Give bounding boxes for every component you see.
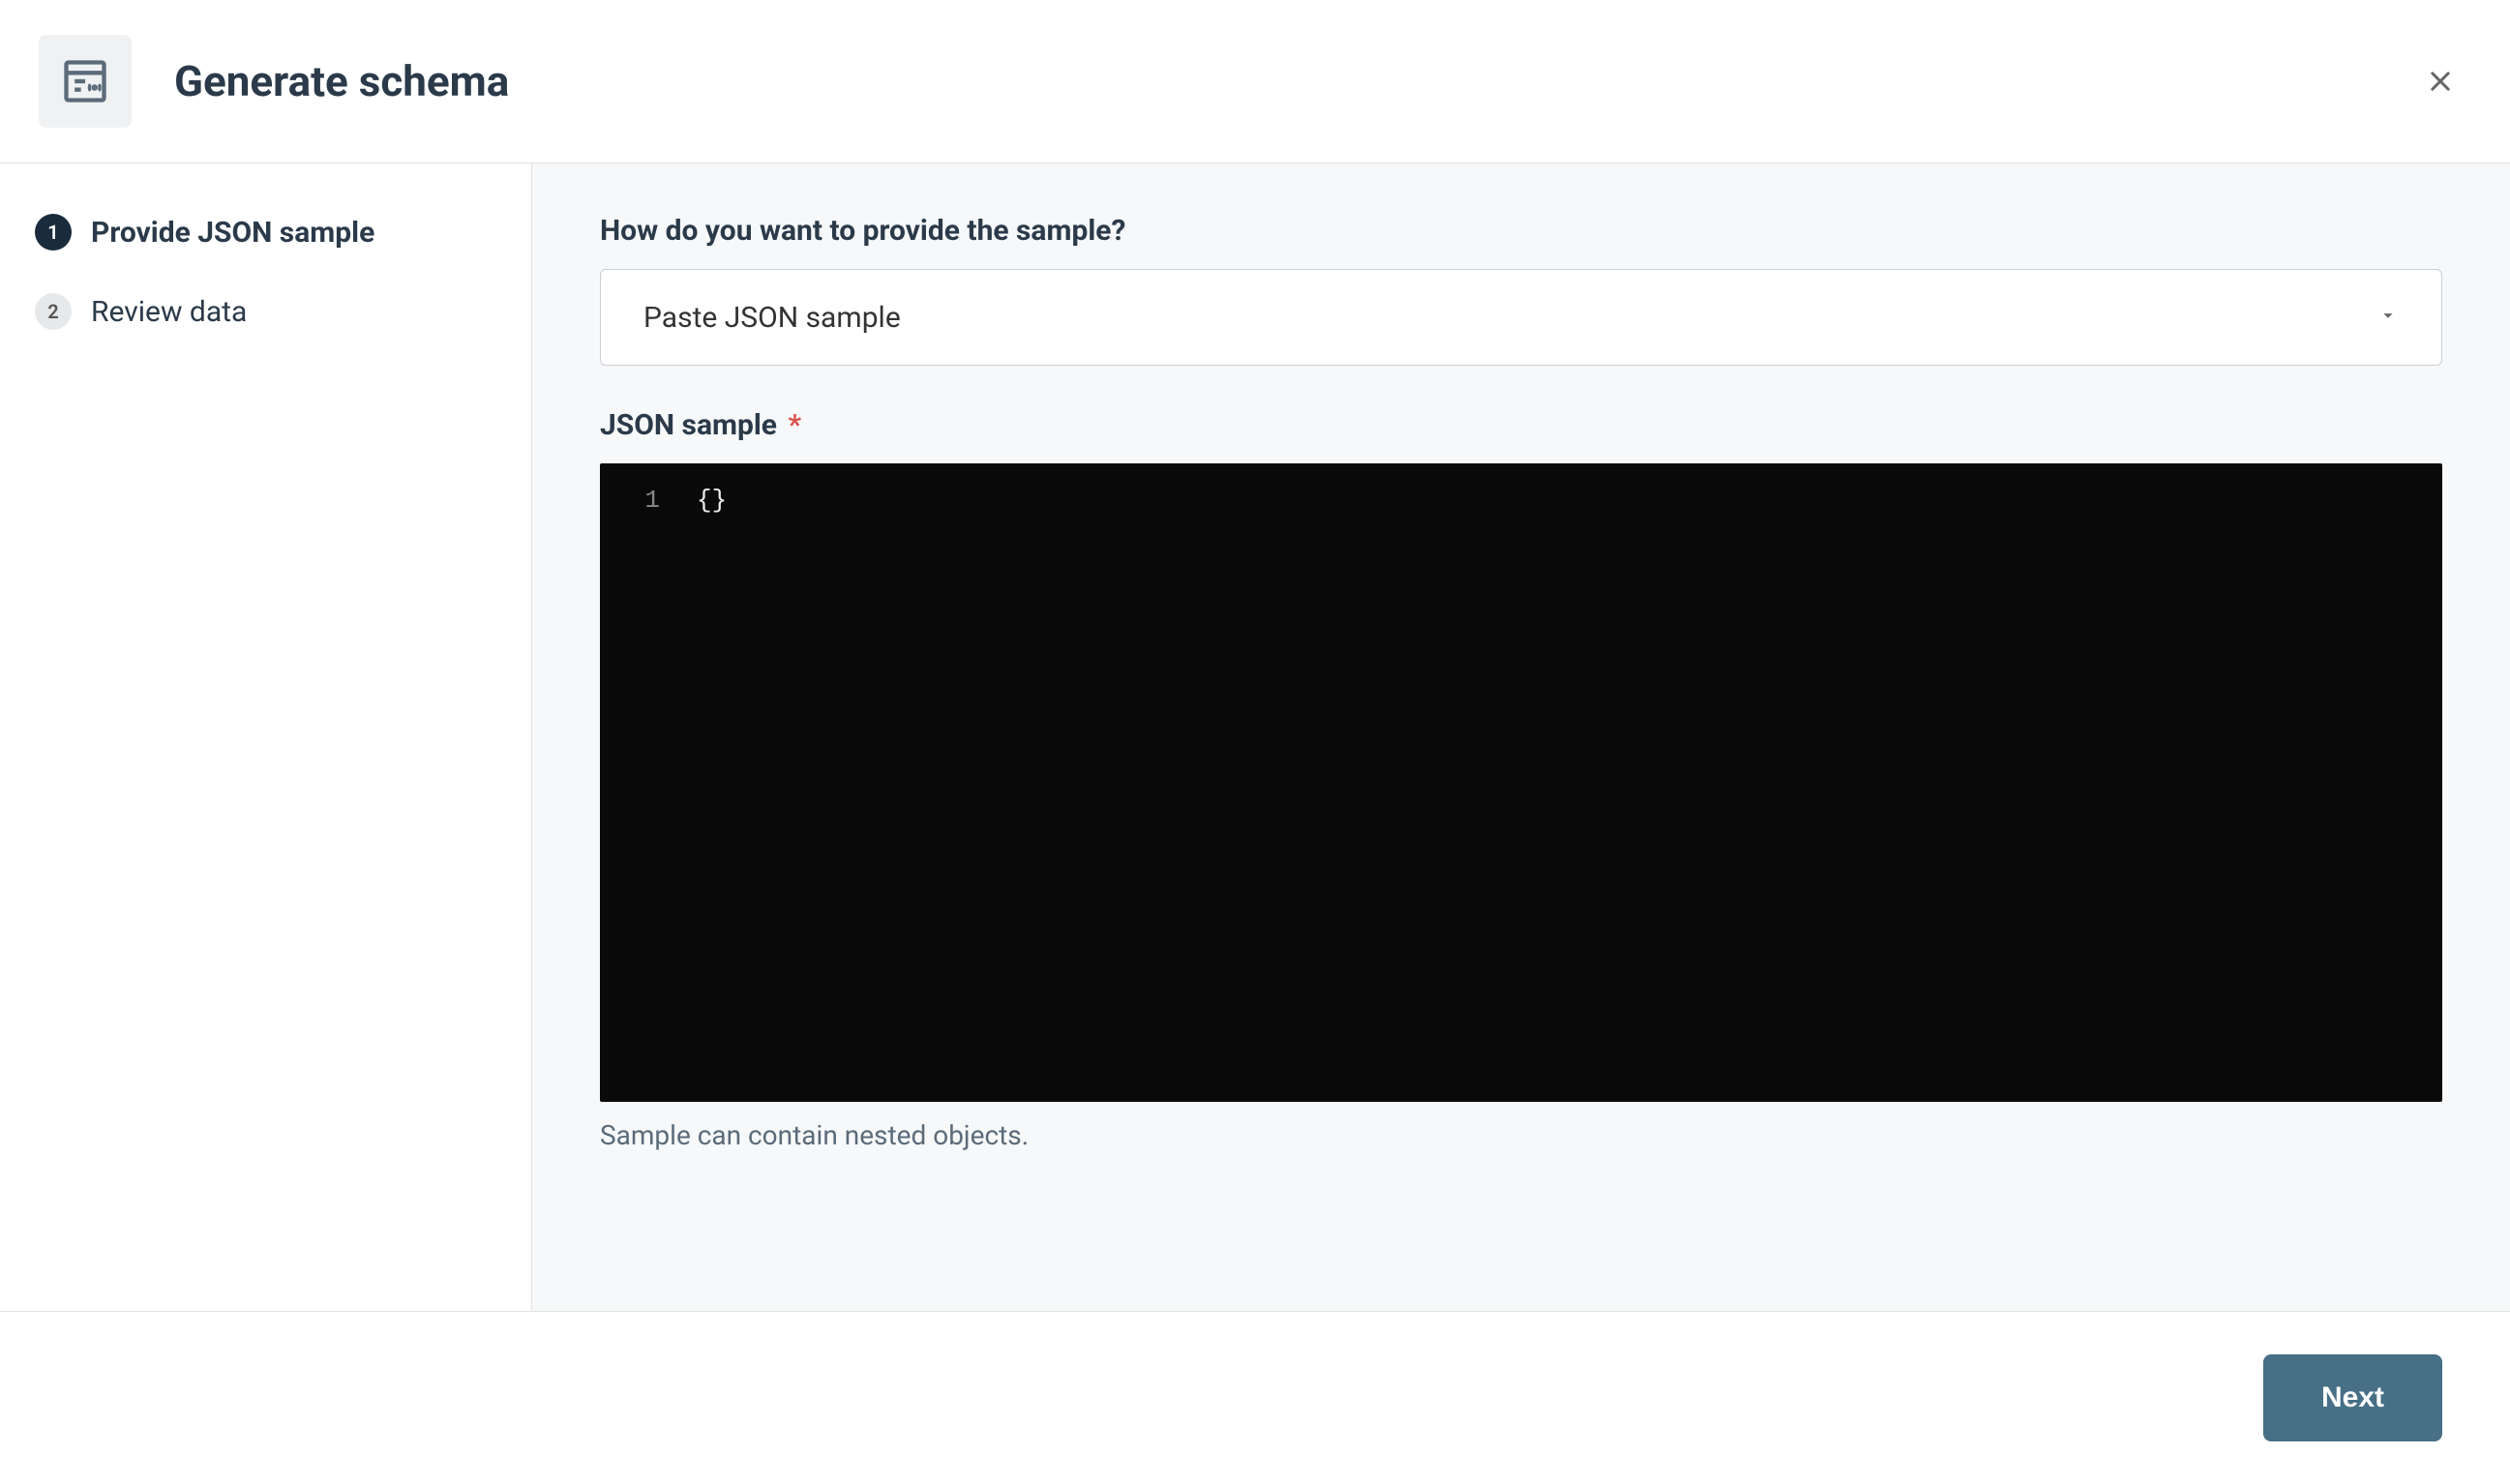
next-button[interactable]: Next (2263, 1354, 2442, 1441)
dialog-title: Generate schema (174, 56, 509, 106)
line-number: 1 (600, 481, 660, 519)
step-label: Review data (91, 295, 247, 329)
close-icon (2427, 68, 2454, 95)
dialog-footer: Next (0, 1311, 2510, 1484)
step-provide-json[interactable]: 1 Provide JSON sample (35, 214, 496, 251)
json-sample-field: JSON sample * 1 {} Sample can contain ne… (600, 408, 2442, 1151)
editor-content[interactable]: {} (687, 481, 2442, 1102)
sample-method-field: How do you want to provide the sample? P… (600, 214, 2442, 366)
select-value: Paste JSON sample (643, 301, 2377, 335)
dialog-body: 1 Provide JSON sample 2 Review data How … (0, 163, 2510, 1311)
step-sidebar: 1 Provide JSON sample 2 Review data (0, 163, 532, 1311)
close-button[interactable] (2417, 58, 2464, 104)
step-label: Provide JSON sample (91, 216, 374, 250)
required-indicator: * (788, 408, 801, 442)
helper-text: Sample can contain nested objects. (600, 1119, 2442, 1151)
chevron-down-icon (2377, 305, 2399, 330)
json-sample-label-text: JSON sample (600, 408, 777, 442)
step-number-badge: 1 (35, 214, 72, 251)
editor-gutter: 1 (600, 481, 687, 1102)
step-number-badge: 2 (35, 293, 72, 330)
step-review-data[interactable]: 2 Review data (35, 293, 496, 330)
sample-method-select[interactable]: Paste JSON sample (600, 269, 2442, 366)
dialog-header: Generate schema (0, 0, 2510, 163)
json-sample-label: JSON sample * (600, 408, 2442, 442)
schema-icon (39, 35, 132, 128)
main-panel: How do you want to provide the sample? P… (532, 163, 2510, 1311)
generate-schema-dialog: Generate schema 1 Provide JSON sample 2 … (0, 0, 2510, 1484)
sample-method-label: How do you want to provide the sample? (600, 214, 2442, 248)
json-code-editor[interactable]: 1 {} (600, 463, 2442, 1102)
